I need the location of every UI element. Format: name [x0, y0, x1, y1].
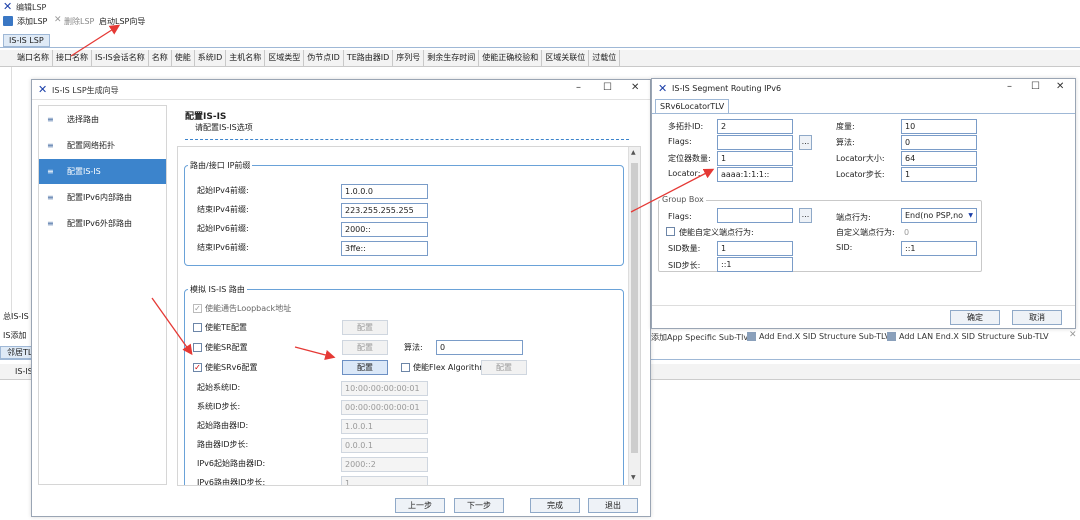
arrow-to-srv6-config: [294, 346, 336, 361]
arrow-to-locator: [630, 168, 715, 213]
annotation-arrows: [70, 24, 715, 361]
arrow-to-srv6-checkbox: [151, 297, 193, 356]
arrow-to-wizard-button: [70, 24, 121, 57]
